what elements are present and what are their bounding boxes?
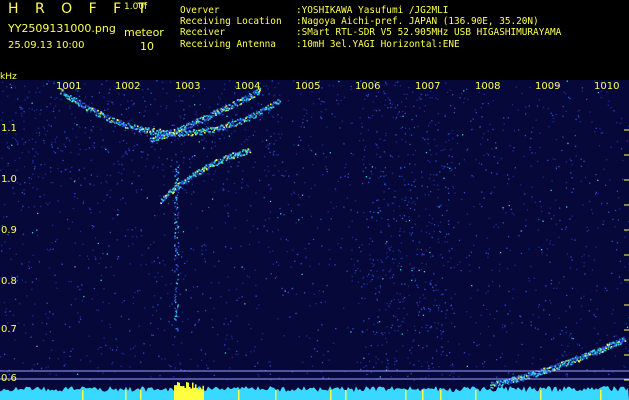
signal-burst xyxy=(184,388,186,400)
x-tick-1007: 1007 xyxy=(415,81,441,92)
baseline-tick xyxy=(82,390,84,400)
baseline-tick xyxy=(540,390,542,400)
baseline-tick xyxy=(330,390,332,400)
signal-burst xyxy=(189,387,191,400)
signal-burst xyxy=(195,384,197,400)
baseline-tick xyxy=(275,390,277,400)
filename-label: YY2509131000.png xyxy=(8,22,116,35)
spectrogram-background xyxy=(0,80,629,400)
info-antenna: Receiving Antenna:10mH 3el.YAGI Horizont… xyxy=(180,38,460,50)
signal-burst xyxy=(198,389,200,400)
header-panel: H R O F F T 1.00f YY2509131000.png meteo… xyxy=(0,0,629,82)
x-tick-1004: 1004 xyxy=(235,81,261,92)
signal-burst xyxy=(181,386,183,400)
baseline-tick xyxy=(600,390,602,400)
station-info: Overver:YOSHIKAWA Yasufumi /JG2MLI Recei… xyxy=(180,5,561,50)
spectrogram xyxy=(0,80,629,400)
info-location: Receiving Location:Nagoya Aichi-pref. JA… xyxy=(180,16,539,28)
baseline-tick xyxy=(475,390,477,400)
signal-burst xyxy=(180,386,182,400)
signal-burst xyxy=(202,385,204,400)
signal-burst xyxy=(174,385,176,400)
y-tick-1-1: 1.1 xyxy=(1,123,17,134)
baseline-tick xyxy=(140,390,142,400)
baseline-tick xyxy=(125,390,127,400)
signal-burst xyxy=(177,382,179,400)
signal-burst xyxy=(187,382,189,400)
y-tick-0-8: 0.8 xyxy=(1,276,17,287)
signal-burst xyxy=(175,385,177,400)
datetime-label: 25.09.13 10:00 xyxy=(8,40,85,51)
baseline-tick xyxy=(238,390,240,400)
signal-burst xyxy=(199,388,201,400)
x-tick-1008: 1008 xyxy=(475,81,501,92)
meteor-label: meteor xyxy=(124,26,164,39)
baseline-tick xyxy=(405,390,407,400)
info-receiver: Receiver:SMart RTL-SDR V5 52.905MHz USB … xyxy=(180,27,562,39)
x-tick-1003: 1003 xyxy=(175,81,201,92)
signal-burst xyxy=(192,382,194,400)
signal-burst xyxy=(201,389,203,400)
signal-burst xyxy=(196,388,198,400)
signal-burst xyxy=(178,382,180,400)
y-tick-0-9: 0.9 xyxy=(1,225,17,236)
x-tick-1002: 1002 xyxy=(115,81,141,92)
x-tick-1010: 1010 xyxy=(594,81,620,92)
version-label: 1.00f xyxy=(124,2,148,12)
signal-burst xyxy=(183,385,185,400)
spectrogram-canvas xyxy=(0,80,629,400)
x-tick-1006: 1006 xyxy=(355,81,381,92)
signal-burst xyxy=(186,382,188,400)
baseline-tick xyxy=(422,390,424,400)
baseline-tick xyxy=(345,390,347,400)
x-tick-1009: 1009 xyxy=(535,81,561,92)
signal-burst xyxy=(193,387,195,400)
y-tick-1-0: 1.0 xyxy=(1,174,17,185)
x-tick-1001: 1001 xyxy=(56,81,82,92)
y-tick-0-6: 0.6 xyxy=(1,373,17,384)
meteor-count: 10 xyxy=(140,40,154,53)
baseline-tick xyxy=(440,390,442,400)
y-tick-0-7: 0.7 xyxy=(1,324,17,335)
signal-burst xyxy=(190,388,192,400)
info-observer: Overver:YOSHIKAWA Yasufumi /JG2MLI xyxy=(180,5,449,16)
x-tick-1005: 1005 xyxy=(295,81,321,92)
